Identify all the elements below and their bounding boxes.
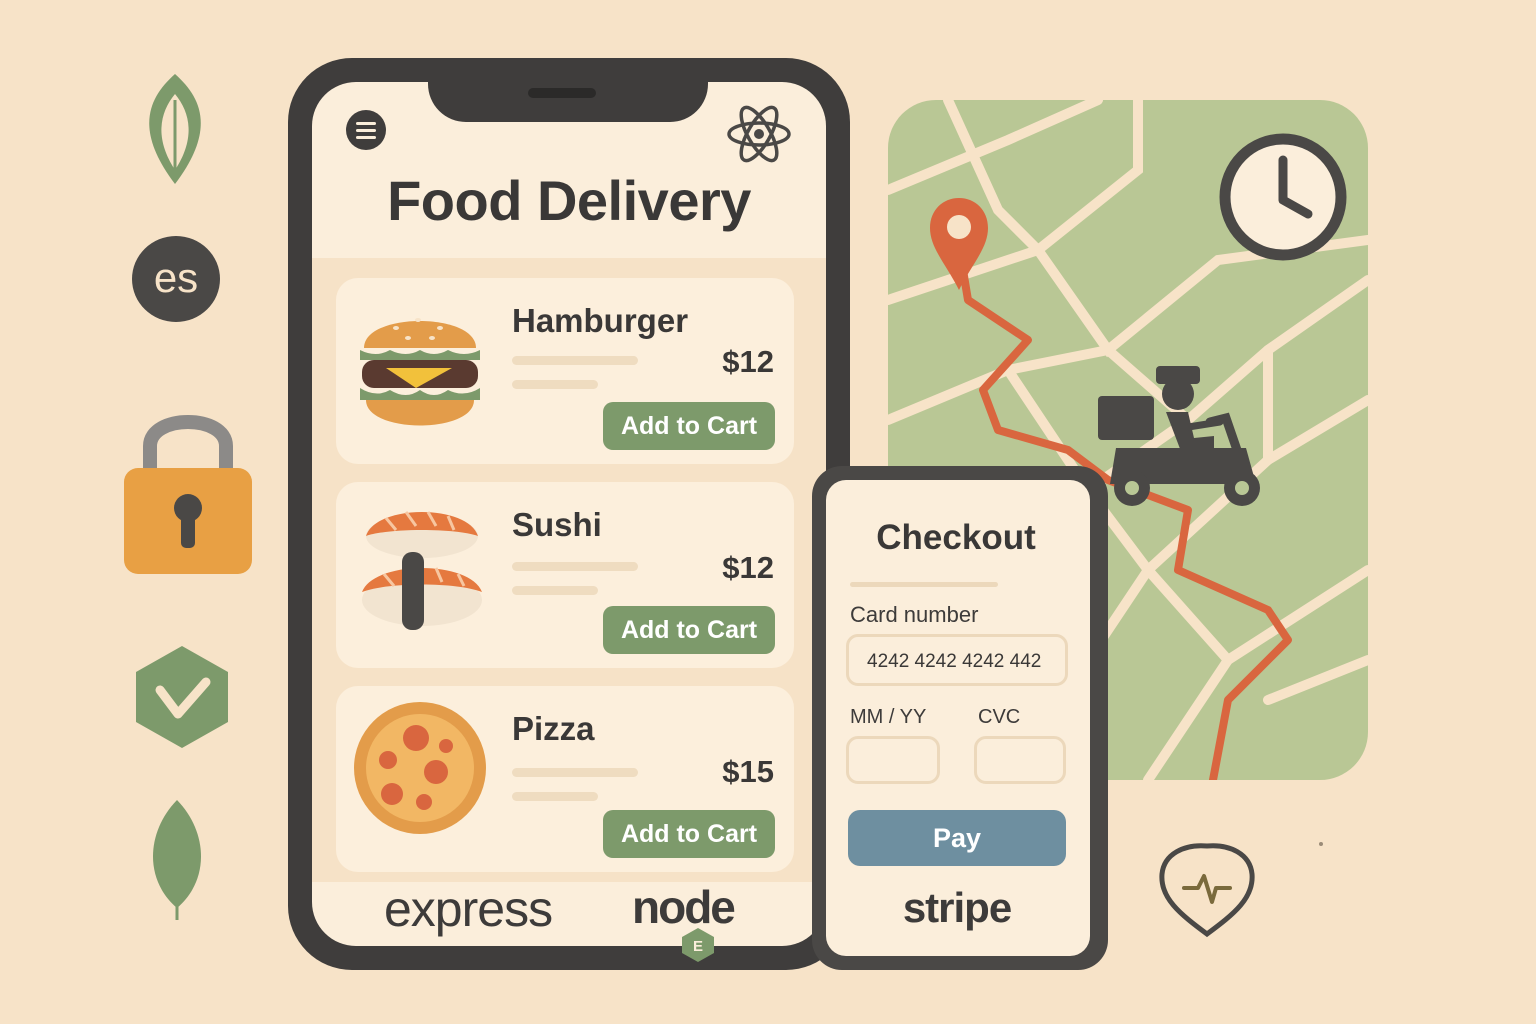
card-number-value: 4242 4242 4242 442 (867, 651, 1042, 672)
expiry-label: MM / YY (850, 706, 927, 728)
checkout-divider (850, 582, 998, 587)
decorative-dot (1319, 842, 1323, 846)
sushi-icon (362, 511, 482, 630)
description-placeholder (512, 562, 638, 571)
app-title: Food Delivery (387, 169, 751, 232)
delivery-scooter-icon (1098, 366, 1260, 506)
hamburger-icon (360, 318, 480, 426)
add-to-cart-button[interactable]: Add to Cart (603, 402, 775, 450)
card-number-field[interactable]: 4242 4242 4242 442 (846, 634, 1068, 686)
stripe-logo: stripe (902, 884, 1012, 931)
cvc-field[interactable] (974, 736, 1066, 784)
es-badge-icon: es (132, 236, 220, 322)
item-name: Sushi (512, 506, 602, 543)
description-placeholder (512, 586, 598, 595)
express-logo: express (384, 881, 553, 937)
shield-pulse-icon (1159, 843, 1255, 938)
pay-button[interactable]: Pay (848, 810, 1066, 866)
expiry-field[interactable] (846, 736, 940, 784)
item-name: Pizza (512, 710, 595, 747)
es-badge-label: es (153, 254, 199, 301)
item-price: $15 (722, 754, 774, 789)
lock-icon (124, 415, 252, 574)
checkout-title: Checkout (876, 518, 1036, 557)
phone-speaker (528, 88, 596, 98)
pizza-icon (354, 702, 486, 834)
description-placeholder (512, 356, 638, 365)
vue-hex-icon (136, 646, 228, 748)
description-placeholder (512, 380, 598, 389)
item-price: $12 (722, 344, 774, 379)
location-pin-icon[interactable] (928, 196, 990, 292)
clock-icon (1219, 133, 1347, 261)
leaf-icon (152, 800, 202, 920)
item-price: $12 (722, 550, 774, 585)
description-placeholder (512, 768, 638, 777)
card-number-label: Card number (850, 602, 979, 627)
node-badge-label: E (693, 938, 703, 955)
add-to-cart-button[interactable]: Add to Cart (603, 606, 775, 654)
node-hex-badge-icon: E (682, 928, 714, 962)
mongodb-leaf-icon (149, 74, 201, 184)
cvc-label: CVC (978, 706, 1021, 728)
description-placeholder (512, 792, 598, 801)
react-atom-icon (727, 105, 791, 163)
item-name: Hamburger (512, 302, 689, 339)
add-to-cart-button[interactable]: Add to Cart (603, 810, 775, 858)
hamburger-menu-icon[interactable] (346, 110, 386, 150)
